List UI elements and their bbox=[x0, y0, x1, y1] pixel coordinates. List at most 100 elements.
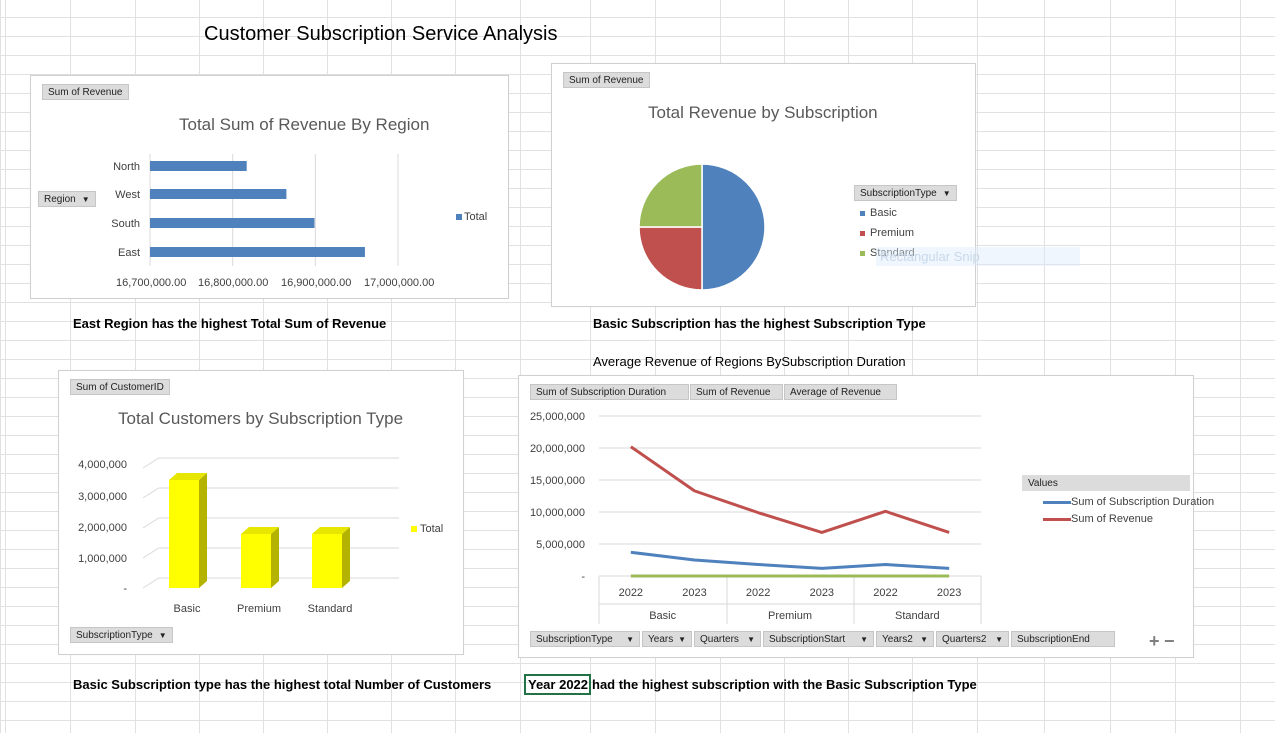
legend-total-label: Total bbox=[464, 211, 488, 223]
legend-label: Premium bbox=[870, 227, 915, 239]
legend-label: Basic bbox=[870, 207, 897, 219]
line-legend: Sum of Subscription Duration Sum of Reven… bbox=[1043, 495, 1214, 529]
dropdown-arrow-icon[interactable]: ▼ bbox=[995, 632, 1003, 648]
collapse-minus-icon[interactable]: − bbox=[1164, 632, 1175, 650]
y-tick-label: 15,000,000 bbox=[530, 475, 585, 487]
x-tick-label: 2023 bbox=[682, 587, 706, 599]
legend-total-label: Total bbox=[420, 523, 444, 535]
legend-line-swatch bbox=[1043, 501, 1071, 504]
series-line-1 bbox=[629, 445, 950, 534]
customers-bar-chart[interactable]: Sum of CustomerID Total Customers by Sub… bbox=[58, 370, 464, 655]
legend-swatch bbox=[860, 210, 865, 216]
bar-front-premium bbox=[241, 534, 271, 588]
legend-label: Sum of Subscription Duration bbox=[1071, 496, 1215, 508]
dropdown-arrow-icon[interactable]: ▼ bbox=[747, 632, 755, 648]
subscriptiontype-field-button[interactable]: SubscriptionType ▼ bbox=[854, 185, 957, 201]
bar-east bbox=[150, 247, 365, 257]
x-tick-label: Premium bbox=[237, 603, 281, 615]
legend-total: Total bbox=[411, 523, 443, 535]
axis-field-label: SubscriptionType bbox=[536, 634, 613, 645]
subscriptiontype-field-button[interactable]: SubscriptionType ▼ bbox=[70, 627, 173, 643]
legend-label: Sum of Revenue bbox=[1071, 513, 1153, 525]
region-bar-plot: North West South East 16,700,000.00 16,800,00… bbox=[111, 154, 434, 289]
x-tick-label: 17,000,000.00 bbox=[364, 277, 434, 289]
legend-item: Sum of Revenue bbox=[1043, 512, 1183, 527]
subscription-revenue-pie-chart[interactable]: Sum of Revenue Total Revenue by Subscrip… bbox=[551, 63, 976, 307]
x-tick-label: 16,700,000.00 bbox=[116, 277, 186, 289]
x-tick-label: 2022 bbox=[746, 587, 770, 599]
y-gridline-depth bbox=[142, 517, 159, 529]
y-tick-label: East bbox=[118, 247, 140, 259]
dropdown-arrow-icon[interactable]: ▼ bbox=[860, 632, 868, 648]
sheet-title: Customer Subscription Service Analysis bbox=[204, 23, 558, 45]
y-tick-label: 25,000,000 bbox=[530, 411, 585, 423]
dropdown-arrow-icon[interactable]: ▼ bbox=[626, 632, 634, 648]
year-caption: had the highest subscription with the Ba… bbox=[592, 677, 977, 692]
y-tick-label: - bbox=[123, 583, 127, 595]
y-tick-label: 2,000,000 bbox=[78, 522, 127, 534]
axis-field-button-years[interactable]: Years ▼ bbox=[642, 631, 692, 647]
x-tick-label: 2022 bbox=[873, 587, 897, 599]
y-gridline-depth bbox=[142, 487, 159, 499]
axis-field-label: Years2 bbox=[882, 634, 913, 645]
x-group-label: Standard bbox=[895, 610, 940, 622]
x-tick-label: 2023 bbox=[810, 587, 834, 599]
legend-item-premium: Premium bbox=[860, 227, 915, 239]
subscriptiontype-field-label: SubscriptionType bbox=[860, 188, 937, 199]
legend-item-basic: Basic bbox=[860, 207, 915, 219]
bar-south bbox=[150, 218, 315, 228]
dropdown-arrow-icon[interactable]: ▼ bbox=[678, 632, 686, 648]
axis-field-button-subscriptionend[interactable]: SubscriptionEnd bbox=[1011, 631, 1115, 647]
dropdown-arrow-icon[interactable]: ▼ bbox=[920, 632, 928, 648]
y-tick-label: South bbox=[111, 218, 140, 230]
bar-side-standard bbox=[342, 527, 350, 588]
values-legend-header[interactable]: Values bbox=[1022, 475, 1190, 491]
y-tick-label: - bbox=[581, 571, 585, 583]
x-group-label: Basic bbox=[649, 610, 676, 622]
dropdown-arrow-icon[interactable]: ▼ bbox=[159, 631, 167, 640]
y-tick-label: North bbox=[113, 161, 140, 173]
axis-field-button-quarters[interactable]: Quarters ▼ bbox=[694, 631, 761, 647]
axis-field-label: Years bbox=[648, 634, 674, 645]
axis-field-label: SubscriptionStart bbox=[769, 634, 846, 645]
customers-caption: Basic Subscription type has the highest … bbox=[73, 677, 492, 692]
customers-bar-plot: - 1,000,000 2,000,000 3,000,000 4,000,000 Bas… bbox=[78, 457, 399, 615]
y-tick-label: 5,000,000 bbox=[536, 539, 585, 551]
bar-side-basic bbox=[199, 473, 207, 588]
region-caption: East Region has the highest Total Sum of… bbox=[73, 316, 387, 331]
y-gridline-depth bbox=[142, 457, 159, 469]
series-line-0 bbox=[630, 550, 950, 570]
x-tick-label: Basic bbox=[174, 603, 201, 615]
bar-front-basic bbox=[169, 480, 199, 588]
subscription-caption: Basic Subscription has the highest Subsc… bbox=[593, 316, 926, 331]
pie-slice-premium bbox=[638, 226, 703, 291]
legend-swatch bbox=[860, 230, 865, 236]
y-gridline-depth bbox=[142, 577, 159, 589]
legend-total: Total bbox=[456, 211, 487, 223]
rectangular-snip-overlay: Rectangular Snip bbox=[876, 247, 1080, 266]
region-revenue-chart[interactable]: Sum of Revenue Region ▼ Total Sum of Reve… bbox=[30, 75, 509, 299]
y-tick-label: 4,000,000 bbox=[78, 459, 127, 471]
expand-plus-icon[interactable]: + bbox=[1149, 632, 1160, 650]
legend-swatch bbox=[411, 526, 417, 532]
legend-line-swatch bbox=[1043, 518, 1071, 521]
duration-revenue-line-chart[interactable]: Sum of Subscription Duration Sum of Reve… bbox=[518, 375, 1214, 658]
x-group-label: Premium bbox=[768, 610, 812, 622]
y-tick-label: 10,000,000 bbox=[530, 507, 585, 519]
axis-field-button-years2[interactable]: Years2 ▼ bbox=[876, 631, 934, 647]
x-tick-label: 16,900,000.00 bbox=[281, 277, 351, 289]
y-tick-label: West bbox=[115, 189, 140, 201]
subscriptiontype-field-label: SubscriptionType bbox=[76, 630, 153, 641]
x-tick-label: 2023 bbox=[937, 587, 961, 599]
axis-field-button-quarters2[interactable]: Quarters2 ▼ bbox=[936, 631, 1009, 647]
year-cell-text: Year 2022 bbox=[528, 677, 589, 692]
y-tick-label: 3,000,000 bbox=[78, 491, 127, 503]
y-tick-label: 1,000,000 bbox=[78, 553, 127, 565]
dropdown-arrow-icon[interactable]: ▼ bbox=[943, 189, 951, 198]
legend-swatch bbox=[860, 250, 865, 256]
pie-slice-basic bbox=[701, 163, 766, 291]
legend-item: Sum of Subscription Duration bbox=[1043, 495, 1214, 510]
axis-field-button-subscriptionstart[interactable]: SubscriptionStart ▼ bbox=[763, 631, 874, 647]
axis-field-button-subscriptiontype[interactable]: SubscriptionType ▼ bbox=[530, 631, 640, 647]
legend-swatch bbox=[456, 214, 462, 220]
